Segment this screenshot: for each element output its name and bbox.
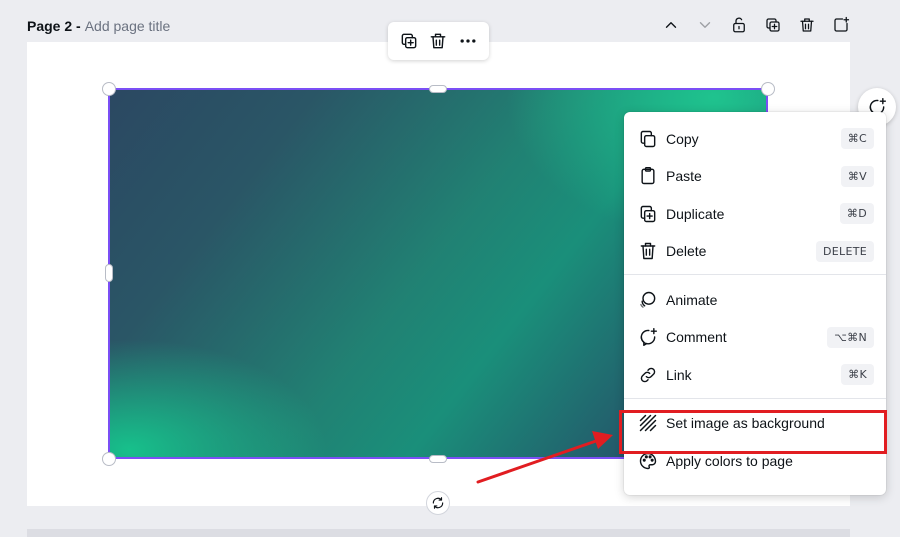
page-number: Page 2 -: [27, 18, 81, 34]
resize-handle-top[interactable]: [429, 85, 447, 93]
menu-item-shortcut: DELETE: [816, 240, 874, 262]
rotate-button[interactable]: [426, 491, 450, 515]
context-menu: Copy ⌘C Paste ⌘V Duplicate ⌘D Delete DEL…: [624, 112, 886, 495]
resize-handle-bottom[interactable]: [429, 455, 447, 463]
menu-item-label: Duplicate: [666, 205, 725, 222]
rotate-icon: [432, 497, 444, 509]
menu-item-animate[interactable]: Animate: [624, 281, 886, 319]
add-page-button[interactable]: [830, 12, 852, 38]
menu-item-duplicate[interactable]: Duplicate ⌘D: [624, 195, 886, 233]
chevron-up-icon: [665, 22, 677, 28]
duplicate-icon: [401, 33, 417, 49]
menu-item-label: Delete: [666, 243, 707, 260]
element-toolbar: [388, 22, 489, 60]
animate-icon: [638, 290, 658, 310]
menu-item-comment[interactable]: Comment ⌥⌘N: [624, 319, 886, 357]
menu-item-shortcut: ⌘V: [840, 165, 874, 187]
move-page-up-button[interactable]: [660, 12, 682, 38]
menu-item-copy[interactable]: Copy ⌘C: [624, 120, 886, 158]
copy-icon: [638, 129, 658, 149]
menu-item-paste[interactable]: Paste ⌘V: [624, 158, 886, 196]
lock-page-button[interactable]: [728, 12, 750, 38]
resize-handle-top-left[interactable]: [102, 82, 116, 96]
menu-item-shortcut: ⌥⌘N: [827, 326, 874, 348]
more-options-button[interactable]: [455, 28, 481, 54]
menu-item-shortcut: ⌘C: [840, 128, 874, 150]
menu-item-label: Animate: [666, 291, 718, 308]
delete-page-icon: [800, 18, 814, 32]
menu-item-label: Copy: [666, 130, 699, 147]
menu-item-label: Apply colors to page: [666, 452, 793, 469]
menu-item-apply-colors-to-page[interactable]: Apply colors to page: [624, 442, 886, 480]
delete-page-button[interactable]: [796, 12, 818, 38]
menu-item-shortcut: ⌘D: [839, 203, 874, 225]
lock-icon: [733, 17, 745, 33]
menu-item-label: Set image as background: [666, 415, 825, 432]
palette-icon: [638, 451, 658, 471]
menu-item-link[interactable]: Link ⌘K: [624, 356, 886, 394]
menu-item-shortcut: ⌘K: [841, 364, 874, 386]
resize-handle-bottom-left[interactable]: [102, 452, 116, 466]
menu-item-label: Comment: [666, 329, 727, 346]
paste-icon: [638, 166, 658, 186]
add-page-icon: [834, 16, 850, 32]
chevron-down-icon: [699, 22, 711, 28]
resize-handle-left[interactable]: [105, 264, 113, 282]
set-background-icon: [638, 413, 658, 433]
delete-button[interactable]: [425, 28, 451, 54]
comment-icon: [638, 327, 658, 347]
resize-handle-top-right[interactable]: [761, 82, 775, 96]
duplicate-icon: [638, 204, 658, 224]
menu-item-delete[interactable]: Delete DELETE: [624, 233, 886, 271]
page-title-input[interactable]: Add page title: [85, 18, 171, 34]
page-header: Page 2 - Add page title: [27, 16, 170, 36]
duplicate-page-icon: [766, 18, 780, 32]
menu-divider: [624, 397, 886, 399]
link-icon: [638, 365, 658, 385]
next-page-preview[interactable]: [27, 529, 850, 537]
menu-item-label: Paste: [666, 168, 702, 185]
menu-divider: [624, 274, 886, 275]
page-controls: [660, 12, 852, 38]
menu-item-label: Link: [666, 366, 692, 383]
trash-icon: [638, 241, 658, 261]
trash-icon: [431, 33, 446, 49]
menu-item-set-image-as-background[interactable]: Set image as background: [624, 405, 886, 443]
duplicate-page-button[interactable]: [762, 12, 784, 38]
duplicate-button[interactable]: [396, 28, 422, 54]
more-icon: [460, 39, 476, 43]
move-page-down-button[interactable]: [694, 12, 716, 38]
